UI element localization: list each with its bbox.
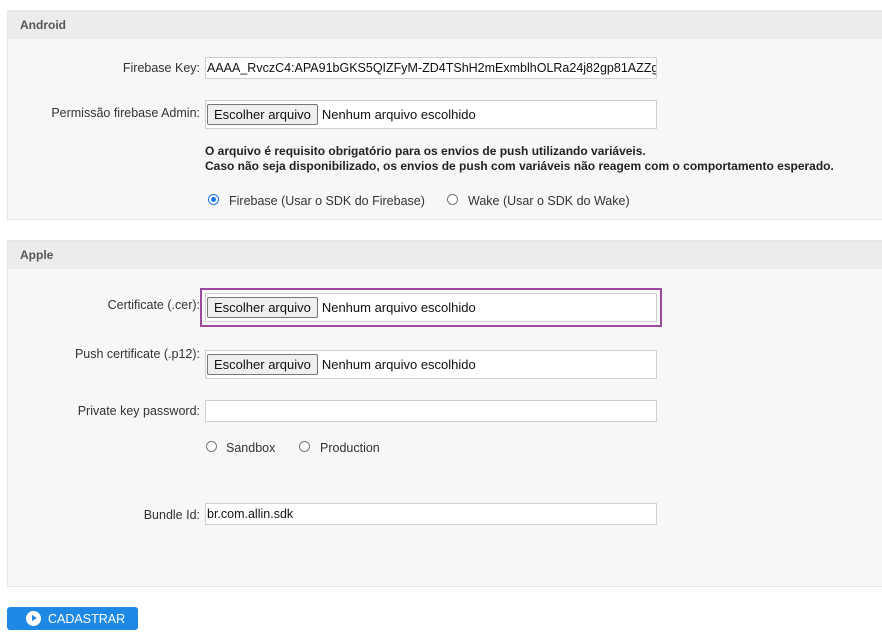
certificate-file-field[interactable]: Escolher arquivo Nenhum arquivo escolhid… [200,288,662,327]
private-key-input[interactable] [205,400,657,422]
private-key-label: Private key password: [77,404,200,418]
apple-panel-title: Apple [8,241,882,269]
sdk-firebase-label[interactable]: Firebase (Usar o SDK do Firebase) [229,194,425,208]
env-sandbox-radio[interactable] [206,441,217,452]
certificate-choose-file-button[interactable]: Escolher arquivo [207,297,318,318]
sdk-firebase-radio[interactable] [208,194,219,205]
env-production-radio[interactable] [299,441,310,452]
bundle-id-input[interactable]: br.com.allin.sdk [205,503,657,525]
env-sandbox-label[interactable]: Sandbox [226,441,275,455]
push-certificate-label: Push certificate (.p12): [74,347,200,361]
sdk-wake-radio[interactable] [447,194,458,205]
push-certificate-file-status: Nenhum arquivo escolhido [321,357,476,372]
cadastrar-button-label: CADASTRAR [48,611,126,626]
push-certificate-file-field[interactable]: Escolher arquivo Nenhum arquivo escolhid… [205,350,657,379]
firebase-note-line2: Caso não seja disponibilizado, os envios… [205,159,834,173]
admin-permission-label: Permissão firebase Admin: [51,106,200,120]
firebase-note-line1: O arquivo é requisito obrigatório para o… [205,144,646,158]
firebase-key-label: Firebase Key: [122,61,200,75]
certificate-label: Certificate (.cer): [107,298,200,312]
cadastrar-button[interactable]: CADASTRAR [7,607,138,630]
firebase-key-input[interactable]: AAAA_RvczC4:APA91bGKS5QIZFyM-ZD4TShH2mEx… [205,57,657,79]
admin-permission-file-status: Nenhum arquivo escolhido [321,107,476,122]
env-production-label[interactable]: Production [320,441,380,455]
admin-permission-choose-file-button[interactable]: Escolher arquivo [207,104,318,125]
play-circle-icon [26,611,41,626]
admin-permission-file-field[interactable]: Escolher arquivo Nenhum arquivo escolhid… [205,100,657,129]
push-certificate-choose-file-button[interactable]: Escolher arquivo [207,354,318,375]
android-panel-title: Android [8,11,882,39]
certificate-file-status: Nenhum arquivo escolhido [321,300,476,315]
sdk-wake-label[interactable]: Wake (Usar o SDK do Wake) [468,194,630,208]
bundle-id-label: Bundle Id: [143,508,200,522]
